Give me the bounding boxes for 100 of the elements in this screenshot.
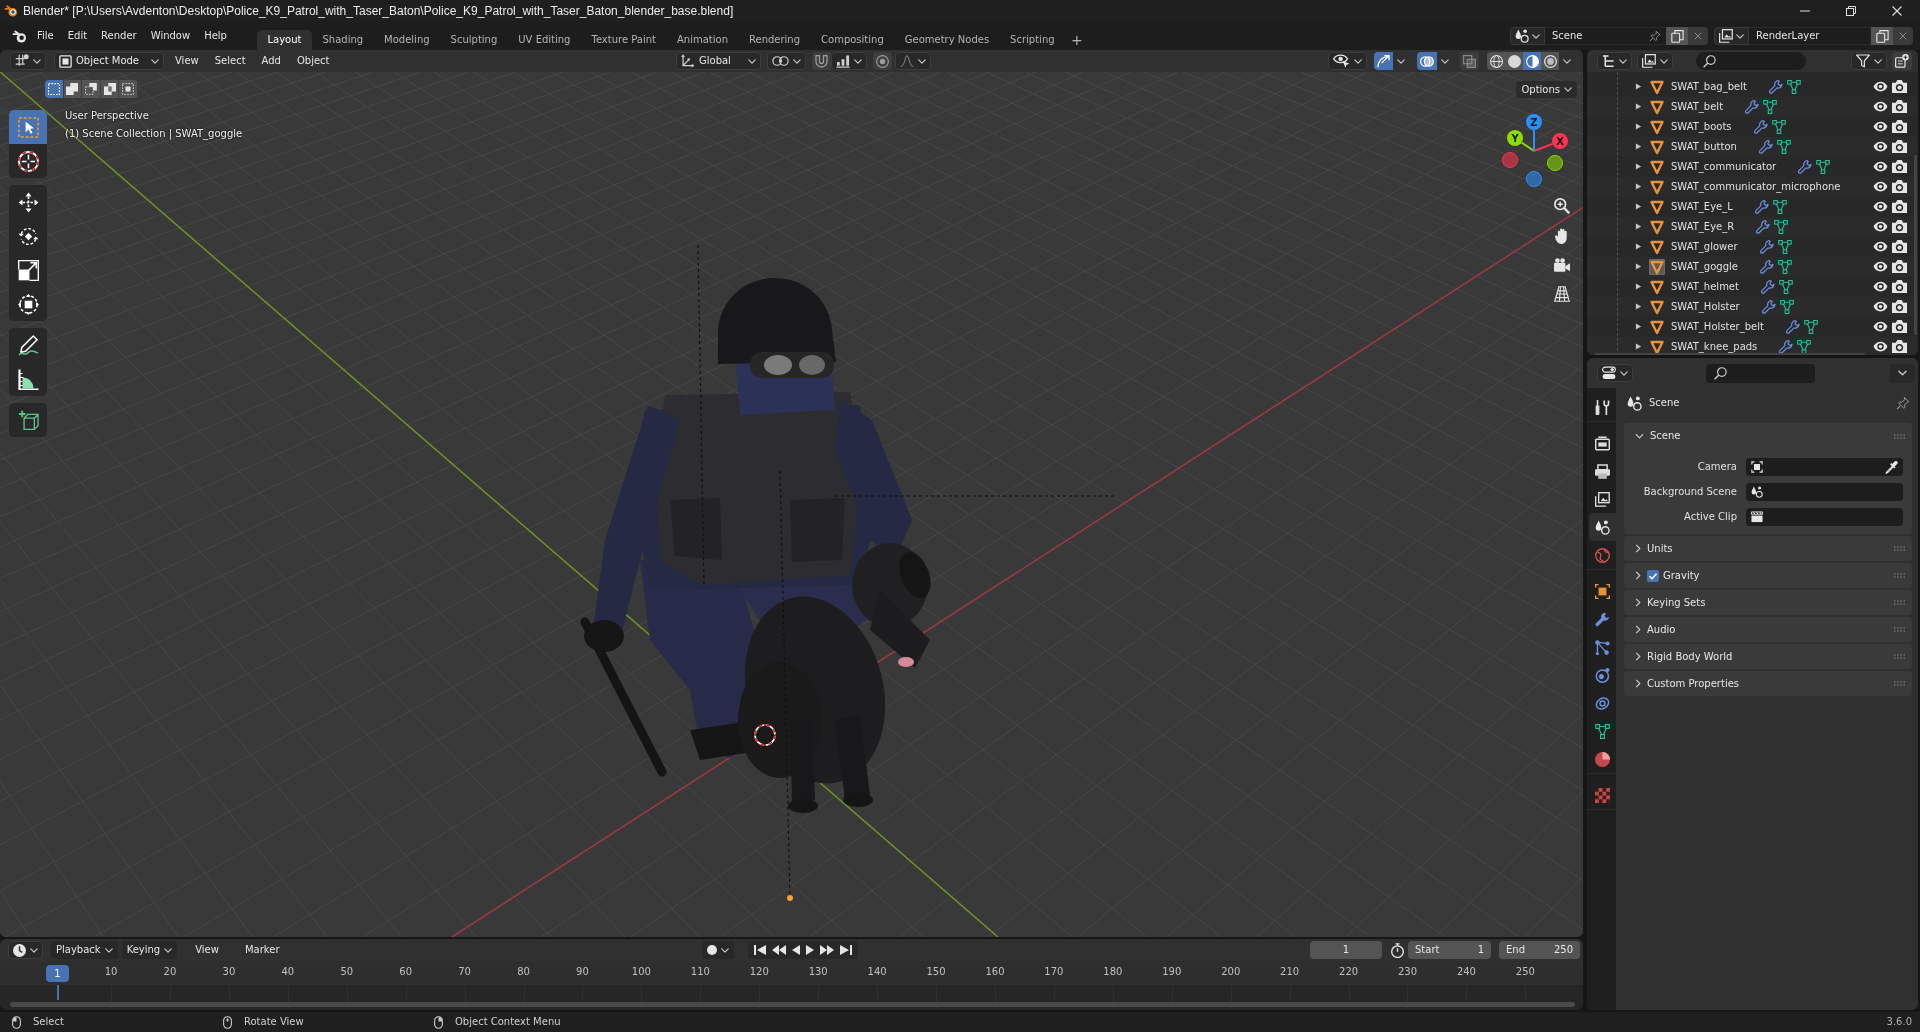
camera-icon[interactable] bbox=[1892, 260, 1907, 274]
eye-icon[interactable] bbox=[1873, 341, 1888, 353]
outliner-item[interactable]: SWAT_goggle bbox=[1671, 260, 1738, 273]
menu-item[interactable]: Window bbox=[143, 30, 198, 42]
shading-mode-button[interactable] bbox=[1541, 52, 1559, 70]
outliner-item[interactable]: SWAT_Holster bbox=[1671, 300, 1740, 313]
wrench-icon[interactable] bbox=[1753, 119, 1768, 134]
disclosure-triangle-icon[interactable] bbox=[1635, 183, 1642, 191]
triangle-icon[interactable] bbox=[1649, 198, 1665, 215]
wrench-icon[interactable] bbox=[1760, 279, 1775, 294]
camera-icon[interactable] bbox=[1892, 160, 1907, 174]
wrench-icon[interactable] bbox=[1759, 239, 1774, 254]
playhead[interactable]: 1 bbox=[46, 965, 69, 982]
camera-icon[interactable] bbox=[1892, 80, 1907, 94]
xray-toggle[interactable] bbox=[1460, 52, 1479, 70]
workspace-tab[interactable]: Sculpting bbox=[440, 30, 508, 50]
jump-end-icon[interactable] bbox=[840, 945, 852, 955]
drag-handle-icon[interactable] bbox=[1894, 433, 1905, 439]
outliner-item[interactable]: SWAT_knee_pads bbox=[1671, 340, 1758, 353]
camera-icon[interactable] bbox=[1892, 120, 1907, 134]
camera-icon[interactable] bbox=[1554, 258, 1570, 272]
options-dropdown[interactable] bbox=[1890, 363, 1915, 383]
shading-mode-button[interactable] bbox=[1523, 52, 1541, 70]
outliner-item[interactable]: SWAT_Eye_R bbox=[1671, 220, 1735, 233]
view-layer-name-field[interactable]: RenderLayer bbox=[1749, 27, 1871, 45]
disclosure-triangle-icon[interactable] bbox=[1635, 83, 1642, 91]
axis-handle[interactable]: X bbox=[1533, 133, 1568, 152]
wrench-icon[interactable] bbox=[1756, 219, 1771, 234]
menu-dropdown[interactable]: Playback bbox=[51, 941, 118, 959]
shading-mode-button[interactable] bbox=[1487, 52, 1505, 70]
options-dropdown[interactable]: Options bbox=[1516, 81, 1577, 98]
eye-icon[interactable] bbox=[1873, 81, 1888, 93]
panel-header[interactable]: Gravity bbox=[1624, 563, 1912, 588]
eye-icon[interactable] bbox=[1873, 261, 1888, 273]
vertex-triangle-icon[interactable] bbox=[1779, 299, 1794, 314]
hand-icon[interactable] bbox=[1554, 228, 1570, 244]
add-workspace-button[interactable]: + bbox=[1065, 30, 1089, 50]
auto-keying-button[interactable] bbox=[702, 941, 734, 959]
eye-icon[interactable] bbox=[1873, 201, 1888, 213]
disclosure-triangle-icon[interactable] bbox=[1635, 103, 1642, 111]
eye-icon[interactable] bbox=[1873, 281, 1888, 293]
scene-copy-button[interactable] bbox=[1666, 27, 1688, 45]
vertex-triangle-icon[interactable] bbox=[1772, 199, 1787, 214]
menu-item[interactable]: Add bbox=[253, 55, 289, 67]
triangle-icon[interactable] bbox=[1649, 78, 1665, 95]
next-keyframe-icon[interactable] bbox=[820, 945, 834, 955]
vertex-triangle-icon[interactable] bbox=[1786, 79, 1801, 94]
vertex-triangle-icon[interactable] bbox=[1776, 139, 1791, 154]
drag-handle-icon[interactable] bbox=[1894, 573, 1905, 578]
menu-item[interactable]: Object bbox=[288, 55, 338, 67]
end-frame-field[interactable]: End 250 bbox=[1499, 941, 1580, 959]
workspace-tab[interactable]: UV Editing bbox=[507, 30, 581, 50]
axis-dot-icon[interactable] bbox=[1526, 171, 1542, 187]
triangle-icon[interactable] bbox=[1649, 238, 1665, 255]
disclosure-triangle-icon[interactable] bbox=[1635, 263, 1642, 271]
vertex-triangle-icon[interactable] bbox=[1816, 159, 1831, 174]
wrench-icon[interactable] bbox=[1759, 259, 1774, 274]
outliner-item[interactable]: SWAT_belt bbox=[1671, 100, 1724, 113]
wrench-icon[interactable] bbox=[1768, 79, 1783, 94]
triangle-icon[interactable] bbox=[1649, 178, 1665, 195]
triangle-icon[interactable] bbox=[1649, 278, 1665, 295]
outliner-item[interactable]: SWAT_bag_belt bbox=[1671, 80, 1747, 93]
camera-icon[interactable] bbox=[1892, 220, 1907, 234]
workspace-tab[interactable]: Scripting bbox=[999, 30, 1066, 50]
wrench-icon[interactable] bbox=[1798, 159, 1813, 174]
eye-icon[interactable] bbox=[1873, 101, 1888, 113]
eye-icon[interactable] bbox=[1873, 301, 1888, 313]
blender-logo-icon[interactable] bbox=[12, 29, 27, 43]
previous-keyframe-icon[interactable] bbox=[772, 945, 786, 955]
view-layer-browse-button[interactable] bbox=[1714, 27, 1749, 45]
triangle-icon[interactable] bbox=[1649, 118, 1665, 135]
outliner-item[interactable]: SWAT_helmet bbox=[1671, 280, 1739, 293]
workspace-tab[interactable]: Rendering bbox=[738, 30, 811, 50]
camera-icon[interactable] bbox=[1892, 280, 1907, 294]
search-field[interactable] bbox=[1706, 363, 1815, 383]
wrench-icon[interactable] bbox=[1779, 339, 1794, 354]
scene-browse-button[interactable] bbox=[1510, 27, 1545, 45]
vertex-triangle-icon[interactable] bbox=[1777, 259, 1792, 274]
zoom-icon[interactable] bbox=[1554, 198, 1570, 214]
pivot-dropdown[interactable] bbox=[767, 52, 806, 70]
vertex-triangle-icon[interactable] bbox=[1797, 339, 1812, 354]
menu-item[interactable]: Select bbox=[206, 55, 254, 67]
wrench-icon[interactable] bbox=[1745, 99, 1760, 114]
disclosure-triangle-icon[interactable] bbox=[1635, 203, 1642, 211]
outliner-item[interactable]: SWAT_glower bbox=[1671, 240, 1738, 253]
triangle-icon[interactable] bbox=[1649, 338, 1665, 355]
filter-dropdown[interactable] bbox=[1637, 52, 1673, 70]
menu-item[interactable]: Render bbox=[94, 30, 144, 42]
triangle-icon[interactable] bbox=[1649, 298, 1665, 315]
vertex-triangle-icon[interactable] bbox=[1774, 219, 1789, 234]
workspace-tab[interactable]: Geometry Nodes bbox=[894, 30, 1000, 50]
orientation-dropdown[interactable]: Global bbox=[676, 52, 761, 70]
panel-header[interactable]: Rigid Body World bbox=[1624, 644, 1912, 669]
outliner-item[interactable]: SWAT_communicator bbox=[1671, 160, 1777, 173]
view-layer-copy-button[interactable] bbox=[1871, 27, 1893, 45]
eye-icon[interactable] bbox=[1873, 221, 1888, 233]
eye-icon[interactable] bbox=[1873, 141, 1888, 153]
outliner-item[interactable]: SWAT_button bbox=[1671, 140, 1737, 153]
menu-item[interactable]: View bbox=[187, 944, 227, 956]
workspace-tab[interactable]: Compositing bbox=[810, 30, 895, 50]
